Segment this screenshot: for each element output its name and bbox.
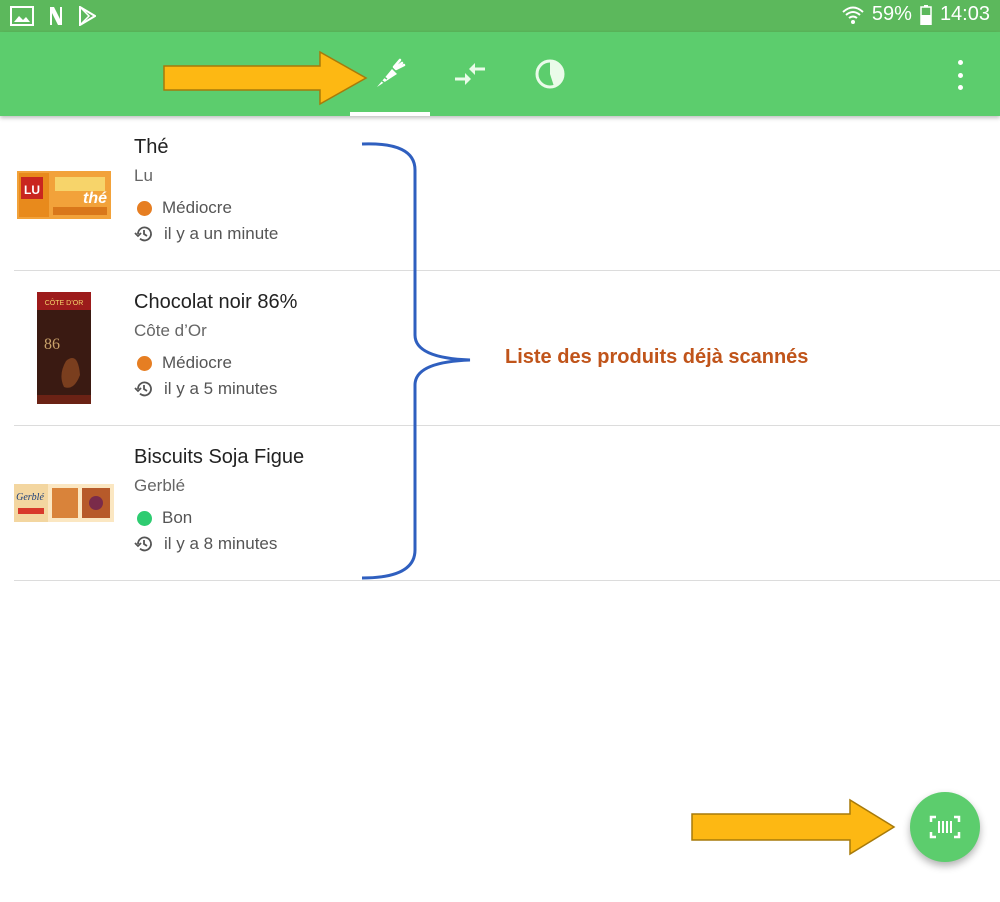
- app-toolbar: [0, 32, 1000, 116]
- lu-the-text: thé: [83, 190, 107, 207]
- product-name: Thé: [134, 136, 169, 158]
- product-score: Bon: [134, 508, 192, 528]
- annotation-arrow-fab: [691, 798, 896, 856]
- product-time: il y a un minute: [134, 224, 278, 244]
- product-name: Biscuits Soja Figue: [134, 446, 305, 468]
- history-icon: [134, 226, 152, 242]
- product-list-item[interactable]: Gerblé Biscuits Soja Figue Gerblé Bon il…: [14, 426, 1000, 581]
- clock: 14:03: [939, 3, 990, 25]
- score-dot-icon: [137, 510, 152, 526]
- more-options-button[interactable]: [948, 60, 972, 90]
- battery-percent: 59%: [871, 3, 912, 25]
- lu-the-package-image: LU thé: [17, 171, 111, 219]
- lu-logo-text: LU: [24, 183, 40, 197]
- cotedor-brand-text: CÔTE D’OR: [45, 298, 84, 307]
- product-name: Chocolat noir 86%: [134, 291, 298, 313]
- cotedor-86-text: 86: [44, 336, 60, 353]
- compare-arrows-icon: [455, 63, 485, 85]
- product-thumbnail: CÔTE D’OR 86: [14, 291, 114, 405]
- annotation-bracket: [361, 142, 471, 580]
- product-brand: Lu: [134, 166, 153, 185]
- product-thumbnail: Gerblé: [14, 446, 114, 560]
- product-time: il y a 5 minutes: [134, 379, 277, 399]
- wifi-icon: [842, 6, 864, 24]
- history-icon: [134, 536, 152, 552]
- product-time: il y a 8 minutes: [134, 534, 277, 554]
- compare-tab[interactable]: [430, 32, 510, 116]
- product-list-item[interactable]: LU thé Thé Lu Médiocre il y a un minute: [14, 116, 1000, 271]
- image-icon: [10, 6, 34, 26]
- barcode-scan-icon: [929, 815, 961, 839]
- product-score: Médiocre: [134, 198, 232, 218]
- annotation-arrow-tab: [163, 50, 368, 106]
- history-icon: [134, 381, 152, 397]
- score-label: Médiocre: [162, 198, 232, 217]
- score-label: Médiocre: [162, 353, 232, 372]
- stats-tab[interactable]: [510, 32, 590, 116]
- annotation-label: Liste des produits déjà scannés: [505, 346, 809, 368]
- time-label: il y a 8 minutes: [164, 534, 278, 553]
- status-bar: 59% 14:03: [0, 0, 1000, 32]
- battery-icon: [920, 4, 932, 25]
- score-dot-icon: [137, 355, 152, 371]
- pie-chart-icon: [535, 59, 565, 89]
- score-label: Bon: [162, 508, 193, 527]
- chocolate-package-image: CÔTE D’OR 86: [37, 292, 91, 404]
- product-score: Médiocre: [134, 353, 232, 373]
- more-vert-dot: [957, 85, 963, 90]
- gerble-brand-text: Gerblé: [16, 492, 44, 503]
- score-dot-icon: [137, 200, 152, 216]
- gerble-package-image: Gerblé: [14, 484, 114, 522]
- n-app-icon: [50, 7, 62, 25]
- time-label: il y a un minute: [164, 224, 279, 243]
- product-thumbnail: LU thé: [14, 136, 114, 250]
- product-brand: Gerblé: [134, 476, 186, 495]
- status-bar-left: [10, 6, 96, 26]
- play-store-icon: [79, 6, 96, 26]
- more-vert-dot: [957, 72, 963, 78]
- carrot-icon: [377, 58, 406, 87]
- product-brand: Côte d’Or: [134, 321, 207, 340]
- scan-barcode-button[interactable]: [910, 792, 980, 862]
- time-label: il y a 5 minutes: [164, 379, 278, 398]
- more-vert-icon: [957, 60, 963, 65]
- status-bar-right: 59% 14:03: [842, 3, 990, 26]
